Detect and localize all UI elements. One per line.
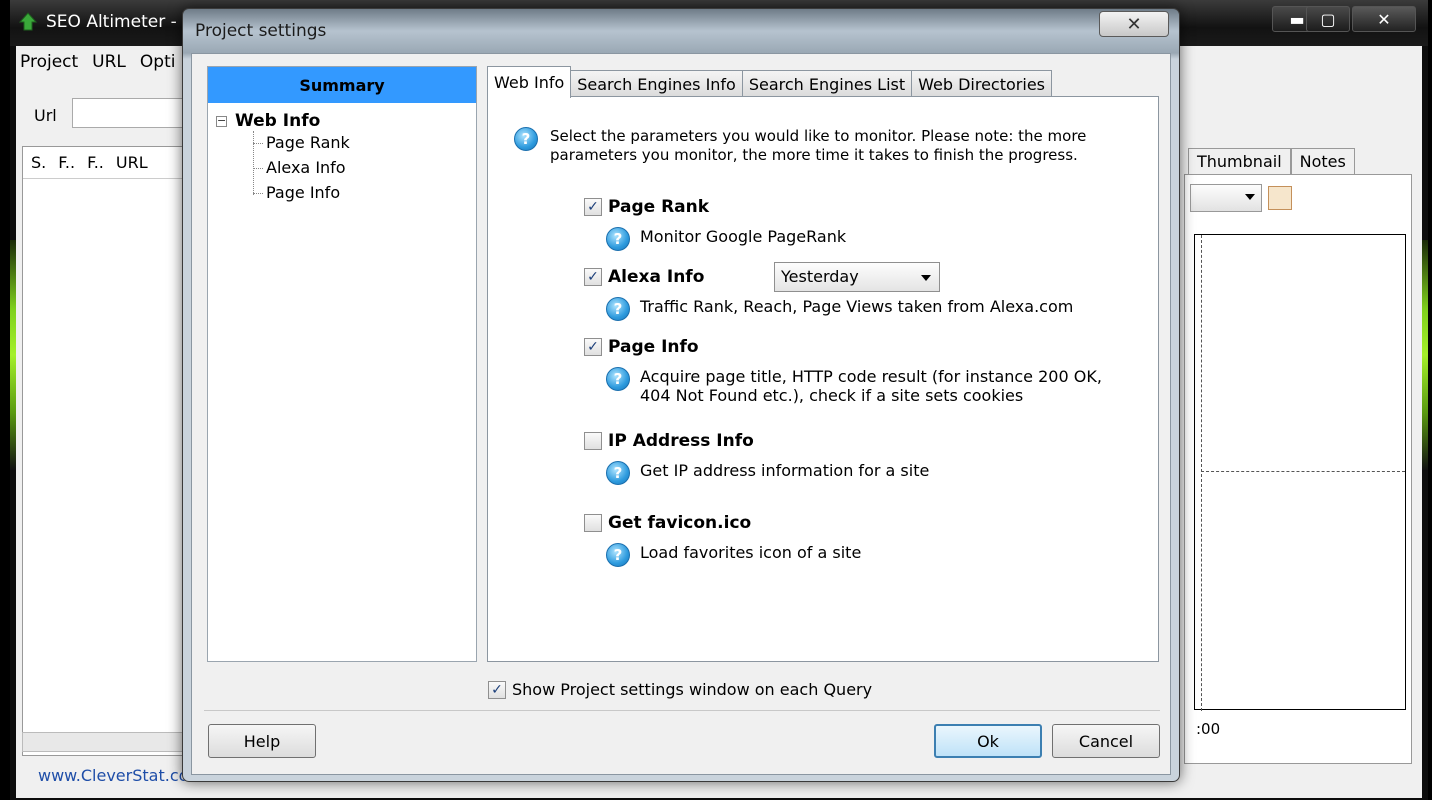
menu-project[interactable]: Project <box>20 52 78 78</box>
help-icon: ? <box>606 543 630 567</box>
tab-web-directories[interactable]: Web Directories <box>911 70 1052 98</box>
chevron-down-icon <box>1245 194 1255 200</box>
tree-item-page-rank[interactable]: Page Rank <box>266 133 350 152</box>
dialog-title: Project settings <box>195 21 327 41</box>
show-on-query-checkbox[interactable]: ✓ <box>488 680 506 699</box>
tree-connector <box>253 193 263 194</box>
column-f2[interactable]: F.. <box>87 153 104 172</box>
alexa-info-checkbox[interactable]: ✓ <box>584 268 602 286</box>
ip-address-info-description: Get IP address information for a site <box>640 461 930 480</box>
menu-options[interactable]: Opti <box>140 52 176 78</box>
option-page-rank: ✓ Page Rank ? Monitor Google PageRank <box>584 197 1120 251</box>
column-url[interactable]: URL <box>116 153 148 172</box>
tree-item-web-info[interactable]: − Web Info <box>216 111 320 131</box>
column-f1[interactable]: F.. <box>58 153 75 172</box>
chart-gridline-vertical <box>1201 235 1202 711</box>
separator <box>204 710 1160 711</box>
alexa-info-description: Traffic Rank, Reach, Page Views taken fr… <box>640 297 1074 316</box>
app-logo-icon <box>18 12 38 31</box>
chart-tick-label: :00 <box>1196 720 1221 738</box>
help-icon: ? <box>606 227 630 251</box>
maximize-button[interactable]: ▢ <box>1306 6 1350 32</box>
get-favicon-label[interactable]: Get favicon.ico <box>608 513 751 533</box>
tree-item-page-info[interactable]: Page Info <box>266 183 340 202</box>
help-icon: ? <box>606 297 630 321</box>
alexa-period-select[interactable]: Yesterday <box>774 262 940 292</box>
alexa-info-label[interactable]: Alexa Info <box>608 267 704 287</box>
dialog-close-button[interactable]: ✕ <box>1099 11 1169 37</box>
get-favicon-checkbox[interactable] <box>584 514 602 532</box>
show-on-query-label[interactable]: Show Project settings window on each Que… <box>512 680 872 699</box>
calendar-icon[interactable] <box>1268 186 1292 210</box>
option-get-favicon: Get favicon.ico ? Load favorites icon of… <box>584 513 1120 567</box>
page-rank-label[interactable]: Page Rank <box>608 197 709 217</box>
page-info-label[interactable]: Page Info <box>608 337 699 357</box>
intro-note: ? Select the parameters you would like t… <box>514 127 1140 165</box>
page-rank-description: Monitor Google PageRank <box>640 227 847 246</box>
tab-search-engines-list[interactable]: Search Engines List <box>741 70 913 98</box>
tree-item-alexa-info[interactable]: Alexa Info <box>266 158 346 177</box>
tree-connector <box>253 131 254 195</box>
url-label: Url <box>34 106 57 125</box>
url-list-header: S. F.. F.. URL <box>23 147 201 179</box>
tab-search-engines-info[interactable]: Search Engines Info <box>570 70 743 98</box>
url-list[interactable]: S. F.. F.. URL <box>22 146 202 756</box>
option-ip-address-info: IP Address Info ? Get IP address informa… <box>584 431 1120 485</box>
chart-gridline-horizontal <box>1201 471 1405 472</box>
right-tabs: Thumbnail Notes <box>1188 148 1355 174</box>
alexa-period-value: Yesterday <box>781 267 859 286</box>
help-icon: ? <box>606 461 630 485</box>
tab-web-info[interactable]: Web Info <box>487 66 572 98</box>
info-icon: ? <box>514 127 538 151</box>
horizontal-scrollbar[interactable] <box>22 732 202 752</box>
cleverstat-link[interactable]: www.CleverStat.com <box>38 766 204 785</box>
app-title: SEO Altimeter - d <box>46 12 193 32</box>
tab-notes[interactable]: Notes <box>1290 148 1355 174</box>
tab-thumbnail[interactable]: Thumbnail <box>1188 148 1291 174</box>
close-icon: ✕ <box>1126 13 1142 35</box>
page-info-checkbox[interactable]: ✓ <box>584 338 602 356</box>
history-chart <box>1194 234 1406 711</box>
close-button[interactable]: ✕ <box>1352 6 1416 32</box>
menu-url[interactable]: URL <box>92 52 126 78</box>
page-info-description: Acquire page title, HTTP code result (fo… <box>640 367 1102 405</box>
get-favicon-description: Load favorites icon of a site <box>640 543 862 562</box>
cancel-button[interactable]: Cancel <box>1052 724 1160 758</box>
project-settings-dialog: Project settings ✕ Summary − Web Info Pa… <box>182 8 1180 782</box>
column-status[interactable]: S. <box>31 153 46 172</box>
option-page-info: ✓ Page Info ? Acquire page title, HTTP c… <box>584 337 1120 405</box>
help-icon: ? <box>606 367 630 391</box>
tree-item-web-info-label: Web Info <box>235 111 321 131</box>
tree-connector <box>253 143 263 144</box>
menubar: Project URL Opti <box>20 52 175 78</box>
tree-item-summary[interactable]: Summary <box>208 67 476 103</box>
chevron-down-icon <box>921 275 931 281</box>
ok-button[interactable]: Ok <box>934 724 1042 758</box>
period-dropdown[interactable] <box>1190 184 1262 212</box>
collapse-icon[interactable]: − <box>216 115 227 127</box>
dialog-body: Summary − Web Info Page Rank Alexa Info … <box>191 53 1171 775</box>
ip-address-info-label[interactable]: IP Address Info <box>608 431 754 451</box>
web-info-panel: ? Select the parameters you would like t… <box>487 96 1159 662</box>
intro-text: Select the parameters you would like to … <box>550 127 1087 164</box>
show-on-query-option: ✓ Show Project settings window on each Q… <box>488 680 872 699</box>
help-button[interactable]: Help <box>208 724 316 758</box>
page-rank-checkbox[interactable]: ✓ <box>584 198 602 216</box>
settings-tree: Summary − Web Info Page Rank Alexa Info … <box>207 66 477 662</box>
ip-address-info-checkbox[interactable] <box>584 432 602 450</box>
settings-tabs: Web Info Search Engines Info Search Engi… <box>487 66 1052 98</box>
tree-connector <box>253 168 263 169</box>
